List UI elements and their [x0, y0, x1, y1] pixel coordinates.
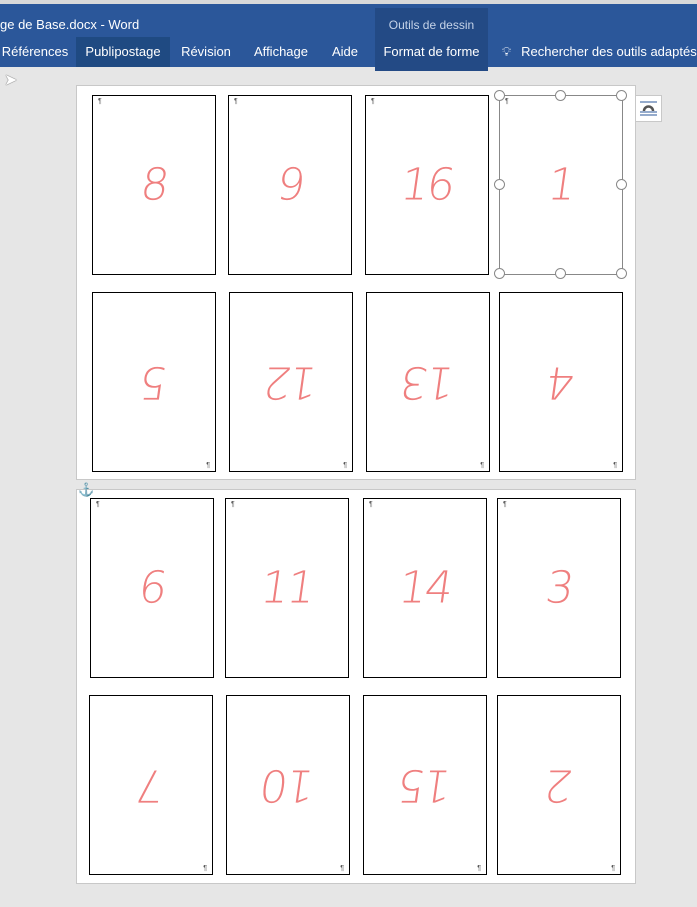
page-card-5[interactable]: 5 ¶ [92, 292, 216, 472]
page-card-13[interactable]: 13 ¶ [366, 292, 490, 472]
card-number: 11 [257, 562, 317, 614]
resize-handle[interactable] [616, 90, 627, 101]
card-number: 13 [398, 356, 458, 408]
page-card-3[interactable]: 3 ¶ [497, 498, 621, 678]
layout-options-button[interactable] [635, 95, 662, 122]
anchor-icon: ⚓ [78, 482, 95, 497]
card-number: 12 [261, 356, 321, 408]
document-page-2: 6 ¶ 11 ¶ 14 ¶ 3 ¶ 7 ¶ 10 ¶ 15 ¶ 2 ¶ [76, 489, 636, 884]
paragraph-mark-icon: ¶ [480, 462, 484, 469]
paragraph-mark-icon: ¶ [96, 501, 100, 508]
resize-handle[interactable] [555, 90, 566, 101]
card-number: 7 [134, 759, 168, 811]
resize-handle[interactable] [616, 268, 627, 279]
page-card-11[interactable]: 11 ¶ [225, 498, 349, 678]
page-card-8[interactable]: 8 ¶ [92, 95, 216, 275]
card-number: 1 [544, 159, 578, 211]
card-number: 16 [397, 159, 457, 211]
page-card-1[interactable]: 1 ¶ [494, 90, 627, 279]
page-card-2[interactable]: 2 ¶ [497, 695, 621, 875]
paragraph-mark-icon: ¶ [340, 865, 344, 872]
mouse-cursor-icon: ➤ [4, 72, 18, 89]
card-number: 5 [137, 356, 171, 408]
layout-options-icon [640, 101, 657, 116]
page-card-12[interactable]: 12 ¶ [229, 292, 353, 472]
card-number: 6 [135, 562, 169, 614]
paragraph-mark-icon: ¶ [231, 501, 235, 508]
search-label: Rechercher des outils adaptés [521, 44, 697, 59]
paragraph-mark-icon: ¶ [503, 501, 507, 508]
paragraph-mark-icon: ¶ [98, 98, 102, 105]
page-card-6[interactable]: 6 ¶ [90, 498, 214, 678]
resize-handle[interactable] [616, 179, 627, 190]
paragraph-mark-icon: ¶ [206, 462, 210, 469]
drawing-tools-label: Outils de dessin [388, 18, 475, 32]
tell-me-search[interactable]: 💡︎ Rechercher des outils adaptés [502, 37, 697, 67]
resize-handle[interactable] [494, 90, 505, 101]
document-page-1: 8 ¶ 9 ¶ 16 ¶ 1 ¶ 5 ¶ 12 ¶ 13 ¶ 4 ¶ [76, 85, 636, 480]
paragraph-mark-icon: ¶ [234, 98, 238, 105]
paragraph-mark-icon: ¶ [611, 865, 615, 872]
paragraph-mark-icon: ¶ [369, 501, 373, 508]
resize-handle[interactable] [494, 268, 505, 279]
card-number: 8 [137, 159, 171, 211]
resize-handle[interactable] [494, 179, 505, 190]
tab-affichage[interactable]: Affichage [247, 37, 315, 67]
card-number: 14 [395, 562, 455, 614]
paragraph-mark-icon: ¶ [343, 462, 347, 469]
paragraph-mark-icon: ¶ [505, 98, 509, 105]
resize-handle[interactable] [555, 268, 566, 279]
page-card-15[interactable]: 15 ¶ [363, 695, 487, 875]
page-card-7[interactable]: 7 ¶ [89, 695, 213, 875]
tab-publipostage[interactable]: Publipostage [76, 37, 170, 67]
paragraph-mark-icon: ¶ [477, 865, 481, 872]
card-number: 9 [273, 159, 307, 211]
card-number: 2 [542, 759, 576, 811]
page-card-9[interactable]: 9 ¶ [228, 95, 352, 275]
card-number: 10 [258, 759, 318, 811]
page-card-16[interactable]: 16 ¶ [365, 95, 489, 275]
paragraph-mark-icon: ¶ [371, 98, 375, 105]
window-title: ge de Base.docx - Word [0, 17, 140, 32]
card-number: 15 [395, 759, 455, 811]
tab-references[interactable]: Références [0, 37, 70, 67]
tab-format-de-forme[interactable]: Format de forme [375, 37, 488, 67]
lightbulb-icon: 💡︎ [502, 44, 512, 59]
paragraph-mark-icon: ¶ [613, 462, 617, 469]
tab-aide[interactable]: Aide [325, 37, 365, 67]
card-number: 3 [542, 562, 576, 614]
card-number: 4 [544, 356, 578, 408]
paragraph-mark-icon: ¶ [203, 865, 207, 872]
page-card-4[interactable]: 4 ¶ [499, 292, 623, 472]
page-card-10[interactable]: 10 ¶ [226, 695, 350, 875]
page-card-14[interactable]: 14 ¶ [363, 498, 487, 678]
tab-revision[interactable]: Révision [176, 37, 236, 67]
